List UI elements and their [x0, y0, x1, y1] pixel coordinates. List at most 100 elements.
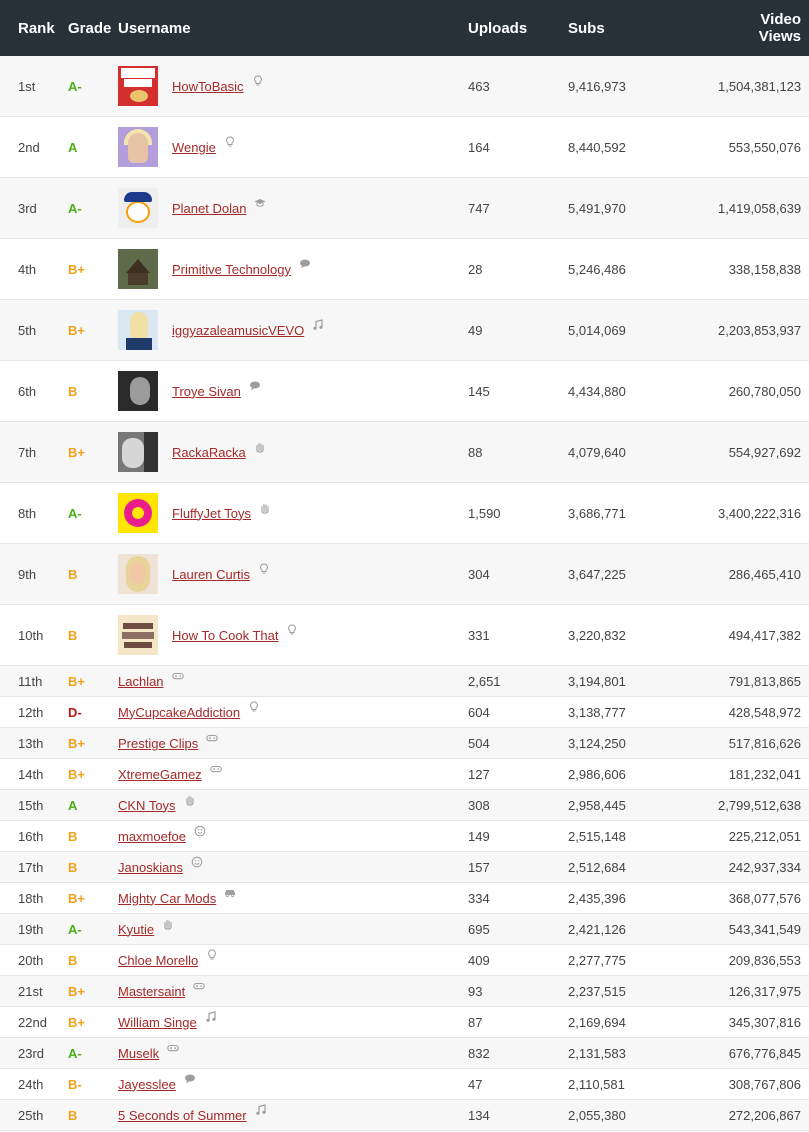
table-row: 9th B Lauren Curtis 304 3,647,225 286,465,410: [0, 544, 809, 605]
rank-cell: 23rd: [18, 1045, 45, 1061]
gamepad-icon: [210, 763, 224, 775]
username-cell: How To Cook That: [118, 615, 468, 655]
rank-cell: 4th: [18, 261, 37, 277]
subs-cell: 2,237,515: [568, 983, 626, 999]
subs-cell: 3,194,801: [568, 673, 626, 689]
channel-link[interactable]: Lauren Curtis: [172, 567, 250, 582]
channel-link[interactable]: Kyutie: [118, 922, 154, 937]
uploads-cell: 149: [468, 828, 490, 844]
channel-avatar[interactable]: [118, 371, 158, 411]
uploads-cell: 1,590: [468, 505, 501, 521]
channel-link[interactable]: RackaRacka: [172, 445, 246, 460]
video-views-cell: 181,232,041: [728, 766, 801, 782]
subs-cell: 9,416,973: [568, 78, 626, 94]
channel-link[interactable]: How To Cook That: [172, 628, 278, 643]
grade-cell: B: [68, 952, 78, 968]
channel-avatar[interactable]: [118, 310, 158, 350]
username-cell: maxmoefoe: [118, 825, 468, 844]
uploads-cell: 747: [468, 200, 490, 216]
car-icon: [224, 887, 238, 899]
video-views-cell: 126,317,975: [728, 983, 801, 999]
channel-link[interactable]: Primitive Technology: [172, 262, 291, 277]
channel-avatar[interactable]: [118, 432, 158, 472]
video-views-cell: 543,341,549: [728, 921, 801, 937]
channel-link[interactable]: Lachlan: [118, 674, 164, 689]
channel-link[interactable]: CKN Toys: [118, 798, 176, 813]
header-grade[interactable]: Grade: [68, 20, 118, 37]
channel-avatar[interactable]: [118, 493, 158, 533]
table-row: 16th Bmaxmoefoe 149 2,515,148 225,212,051: [0, 821, 809, 852]
grade-cell: B: [68, 566, 78, 582]
lightbulb-icon: [252, 75, 266, 87]
channel-avatar[interactable]: [118, 127, 158, 167]
grade-cell: A-: [68, 200, 82, 216]
video-views-cell: 2,203,853,937: [718, 322, 802, 338]
rank-cell: 11th: [18, 673, 43, 689]
channel-link[interactable]: Troye Sivan: [172, 384, 241, 399]
channel-link[interactable]: Prestige Clips: [118, 736, 198, 751]
video-views-cell: 428,548,972: [728, 704, 801, 720]
channel-link[interactable]: HowToBasic: [172, 79, 244, 94]
channel-link[interactable]: XtremeGamez: [118, 767, 202, 782]
username-cell: Troye Sivan: [118, 371, 468, 411]
rank-cell: 12th: [18, 704, 44, 720]
table-row: 2nd A Wengie 164 8,440,592 553,550,076: [0, 117, 809, 178]
table-row: 4th B+ Primitive Technology 28 5,246,486 338,…: [0, 239, 809, 300]
header-subs[interactable]: Subs: [568, 20, 718, 37]
channel-avatar[interactable]: [118, 554, 158, 594]
channel-avatar[interactable]: [118, 615, 158, 655]
channel-link[interactable]: iggyazaleamusicVEVO: [172, 323, 304, 338]
channel-link[interactable]: Mighty Car Mods: [118, 891, 216, 906]
username-cell: Kyutie: [118, 919, 468, 937]
channel-link[interactable]: Janoskians: [118, 860, 183, 875]
channel-avatar[interactable]: [118, 188, 158, 228]
uploads-cell: 157: [468, 859, 490, 875]
channel-link[interactable]: Mastersaint: [118, 984, 185, 999]
header-rank[interactable]: Rank: [0, 20, 68, 37]
rank-cell: 21st: [18, 983, 43, 999]
subs-cell: 3,220,832: [568, 627, 626, 643]
channel-link[interactable]: 5 Seconds of Summer: [118, 1108, 247, 1123]
channel-link[interactable]: Chloe Morello: [118, 953, 198, 968]
video-views-cell: 494,417,382: [728, 627, 801, 643]
header-username[interactable]: Username: [118, 20, 468, 37]
channel-link[interactable]: maxmoefoe: [118, 829, 186, 844]
header-uploads[interactable]: Uploads: [468, 20, 568, 37]
table-row: 10th B How To Cook That 331 3,220,832 494,417…: [0, 605, 809, 666]
grade-cell: D-: [68, 704, 82, 720]
channel-link[interactable]: Jayesslee: [118, 1077, 176, 1092]
chat-bubble-icon: [299, 258, 313, 270]
subs-cell: 3,138,777: [568, 704, 626, 720]
channel-avatar[interactable]: [118, 249, 158, 289]
header-video-views[interactable]: Video Views: [718, 11, 809, 45]
channel-link[interactable]: Planet Dolan: [172, 201, 246, 216]
subs-cell: 8,440,592: [568, 139, 626, 155]
rank-cell: 15th: [18, 797, 44, 813]
video-views-cell: 2,799,512,638: [718, 797, 802, 813]
channel-link[interactable]: Muselk: [118, 1046, 159, 1061]
username-cell: FluffyJet Toys: [118, 493, 468, 533]
grade-cell: B+: [68, 766, 85, 782]
username-cell: RackaRacka: [118, 432, 468, 472]
uploads-cell: 127: [468, 766, 490, 782]
lightbulb-icon: [248, 701, 262, 713]
uploads-cell: 164: [468, 139, 490, 155]
rank-cell: 19th: [18, 921, 44, 937]
ranking-table: Rank Grade Username Uploads Subs Video V…: [0, 0, 809, 1131]
table-row: 8th A- FluffyJet Toys 1,590 3,686,771 3,400,2…: [0, 483, 809, 544]
channel-link[interactable]: MyCupcakeAddiction: [118, 705, 240, 720]
chat-bubble-icon: [249, 380, 263, 392]
video-views-cell: 345,307,816: [728, 1014, 801, 1030]
rank-cell: 13th: [18, 735, 44, 751]
music-note-icon: [312, 319, 326, 331]
video-views-cell: 260,780,050: [728, 383, 801, 399]
channel-link[interactable]: Wengie: [172, 140, 216, 155]
subs-cell: 2,131,583: [568, 1045, 626, 1061]
username-cell: Jayesslee: [118, 1074, 468, 1092]
channel-link[interactable]: FluffyJet Toys: [172, 506, 251, 521]
video-views-cell: 3,400,222,316: [718, 505, 802, 521]
channel-link[interactable]: William Singe: [118, 1015, 197, 1030]
channel-avatar[interactable]: [118, 66, 158, 106]
table-row: 18th B+ Mighty Car Mods 334 2,435,396 368,077…: [0, 883, 809, 914]
table-row: 7th B+ RackaRacka 88 4,079,640 554,927,692: [0, 422, 809, 483]
